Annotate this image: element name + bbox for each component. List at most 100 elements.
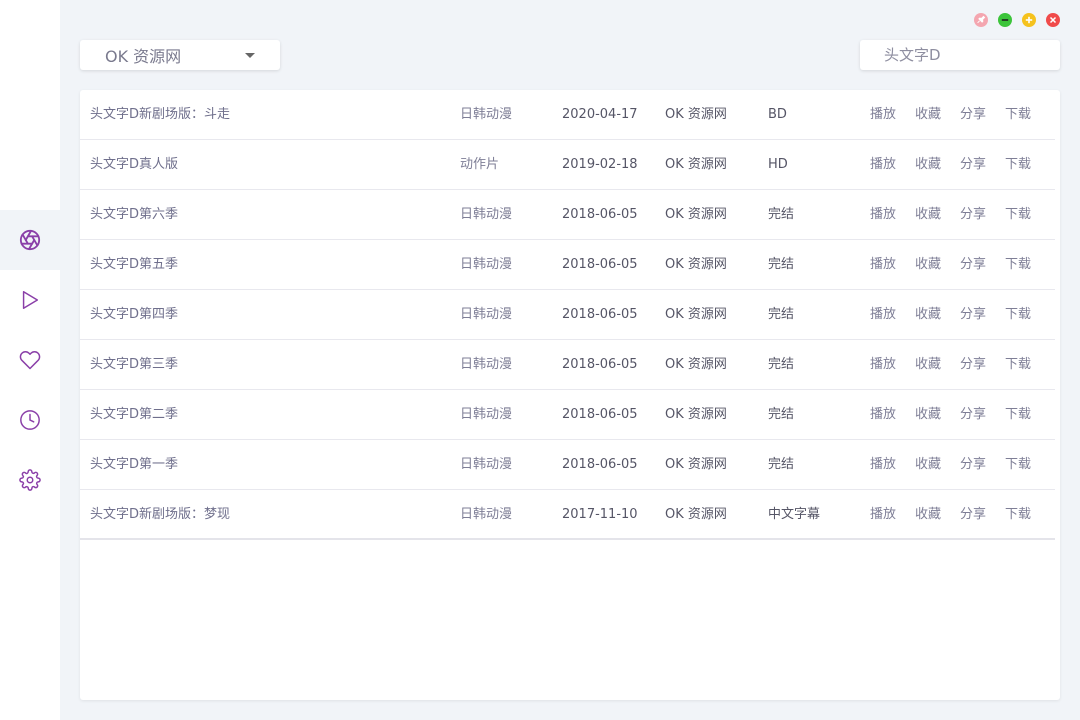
- share-action[interactable]: 分享: [960, 240, 986, 290]
- source-select-value: OK 资源网: [105, 47, 182, 66]
- favorite-action[interactable]: 收藏: [915, 140, 941, 190]
- result-quality: BD: [768, 107, 787, 122]
- result-title[interactable]: 头文字D第二季: [90, 390, 178, 440]
- result-date: 2018-06-05: [562, 207, 638, 222]
- table-row[interactable]: 头文字D第三季 日韩动漫 2018-06-05 OK 资源网 完结 播放 收藏 分享 下载: [80, 340, 1055, 390]
- result-title[interactable]: 头文字D新剧场版：斗走: [90, 90, 230, 140]
- download-action[interactable]: 下载: [1005, 140, 1031, 190]
- download-action[interactable]: 下载: [1005, 190, 1031, 240]
- result-site: OK 资源网: [665, 307, 727, 322]
- result-title[interactable]: 头文字D第六季: [90, 190, 178, 240]
- result-site: OK 资源网: [665, 107, 727, 122]
- results-panel: 头文字D新剧场版：斗走 日韩动漫 2020-04-17 OK 资源网 BD 播放 收藏 分享下…: [80, 90, 1060, 700]
- sidebar-item-history[interactable]: [0, 390, 60, 450]
- sidebar-item-favorites[interactable]: [0, 330, 60, 390]
- share-action[interactable]: 分享: [960, 490, 986, 540]
- favorite-action[interactable]: 收藏: [915, 240, 941, 290]
- window-controls: [974, 13, 1060, 27]
- result-category: 日韩动漫: [460, 357, 513, 372]
- minimize-button[interactable]: [998, 13, 1012, 27]
- result-site: OK 资源网: [665, 357, 727, 372]
- result-site: OK 资源网: [665, 157, 727, 172]
- close-icon: [1046, 13, 1060, 27]
- result-title[interactable]: 头文字D第一季: [90, 440, 178, 490]
- share-action[interactable]: 分享: [960, 90, 986, 140]
- search-input[interactable]: [860, 40, 1060, 70]
- result-category: 日韩动漫: [460, 207, 513, 222]
- sidebar-item-settings[interactable]: [0, 450, 60, 510]
- table-row[interactable]: 头文字D第六季 日韩动漫 2018-06-05 OK 资源网 完结 播放 收藏 分享 下载: [80, 190, 1055, 240]
- table-row[interactable]: 头文字D第一季 日韩动漫 2018-06-05 OK 资源网 完结 播放 收藏 分享 下载: [80, 440, 1055, 490]
- sidebar: [0, 0, 60, 720]
- result-date: 2018-06-05: [562, 457, 638, 472]
- result-date: 2018-06-05: [562, 357, 638, 372]
- result-quality: 中文字幕: [768, 507, 821, 522]
- pin-icon: [974, 13, 988, 27]
- table-row[interactable]: 头文字D第五季 日韩动漫 2018-06-05 OK 资源网 完结 播放 收藏 分享 下载: [80, 240, 1055, 290]
- result-date: 2019-02-18: [562, 157, 638, 172]
- favorite-action[interactable]: 收藏: [915, 390, 941, 440]
- download-action[interactable]: 下载: [1005, 440, 1031, 490]
- favorite-action[interactable]: 收藏: [915, 190, 941, 240]
- share-action[interactable]: 分享: [960, 390, 986, 440]
- result-title[interactable]: 头文字D第五季: [90, 240, 178, 290]
- result-quality: 完结: [768, 307, 795, 322]
- result-category: 日韩动漫: [460, 457, 513, 472]
- result-quality: 完结: [768, 357, 795, 372]
- play-action[interactable]: 播放: [870, 440, 896, 490]
- result-quality: HD: [768, 157, 788, 172]
- result-date: 2020-04-17: [562, 107, 638, 122]
- pin-button[interactable]: [974, 13, 988, 27]
- result-category: 日韩动漫: [460, 307, 513, 322]
- download-action[interactable]: 下载: [1005, 390, 1031, 440]
- result-title[interactable]: 头文字D第四季: [90, 290, 178, 340]
- share-action[interactable]: 分享: [960, 140, 986, 190]
- search-box: [860, 40, 1060, 70]
- result-date: 2018-06-05: [562, 407, 638, 422]
- download-action[interactable]: 下载: [1005, 290, 1031, 340]
- chevron-down-icon: [245, 53, 255, 58]
- favorite-action[interactable]: 收藏: [915, 440, 941, 490]
- play-action[interactable]: 播放: [870, 240, 896, 290]
- table-row[interactable]: 头文字D第二季 日韩动漫 2018-06-05 OK 资源网 完结 播放 收藏 分享 下载: [80, 390, 1055, 440]
- download-action[interactable]: 下载: [1005, 490, 1031, 540]
- download-action[interactable]: 下载: [1005, 240, 1031, 290]
- table-row[interactable]: 头文字D新剧场版：斗走 日韩动漫 2020-04-17 OK 资源网 BD 播放 收藏 分享下…: [80, 90, 1055, 140]
- source-select[interactable]: OK 资源网: [80, 40, 280, 70]
- favorite-action[interactable]: 收藏: [915, 340, 941, 390]
- play-icon: [22, 291, 39, 309]
- play-action[interactable]: 播放: [870, 90, 896, 140]
- play-action[interactable]: 播放: [870, 140, 896, 190]
- download-action[interactable]: 下载: [1005, 90, 1031, 140]
- table-row[interactable]: 头文字D第四季 日韩动漫 2018-06-05 OK 资源网 完结 播放 收藏 分享 下载: [80, 290, 1055, 340]
- share-action[interactable]: 分享: [960, 340, 986, 390]
- sidebar-item-search[interactable]: [0, 210, 60, 270]
- minimize-icon: [998, 13, 1012, 27]
- result-title[interactable]: 头文字D第三季: [90, 340, 178, 390]
- close-button[interactable]: [1046, 13, 1060, 27]
- aperture-icon: [19, 229, 41, 251]
- favorite-action[interactable]: 收藏: [915, 290, 941, 340]
- play-action[interactable]: 播放: [870, 490, 896, 540]
- table-row[interactable]: 头文字D真人版 动作片 2019-02-18 OK 资源网 HD 播放 收藏 分享 下载: [80, 140, 1055, 190]
- share-action[interactable]: 分享: [960, 290, 986, 340]
- play-action[interactable]: 播放: [870, 190, 896, 240]
- sidebar-item-play[interactable]: [0, 270, 60, 330]
- result-title[interactable]: 头文字D新剧场版：梦现: [90, 490, 230, 540]
- play-action[interactable]: 播放: [870, 340, 896, 390]
- share-action[interactable]: 分享: [960, 440, 986, 490]
- result-site: OK 资源网: [665, 457, 727, 472]
- result-quality: 完结: [768, 207, 795, 222]
- favorite-action[interactable]: 收藏: [915, 90, 941, 140]
- download-action[interactable]: 下载: [1005, 340, 1031, 390]
- play-action[interactable]: 播放: [870, 390, 896, 440]
- play-action[interactable]: 播放: [870, 290, 896, 340]
- maximize-icon: [1022, 13, 1036, 27]
- favorite-action[interactable]: 收藏: [915, 490, 941, 540]
- result-title[interactable]: 头文字D真人版: [90, 140, 178, 190]
- result-site: OK 资源网: [665, 207, 727, 222]
- maximize-button[interactable]: [1022, 13, 1036, 27]
- result-category: 日韩动漫: [460, 257, 513, 272]
- share-action[interactable]: 分享: [960, 190, 986, 240]
- table-row[interactable]: 头文字D新剧场版：梦现 日韩动漫 2017-11-10 OK 资源网 中文字幕 播放 收藏分…: [80, 490, 1055, 540]
